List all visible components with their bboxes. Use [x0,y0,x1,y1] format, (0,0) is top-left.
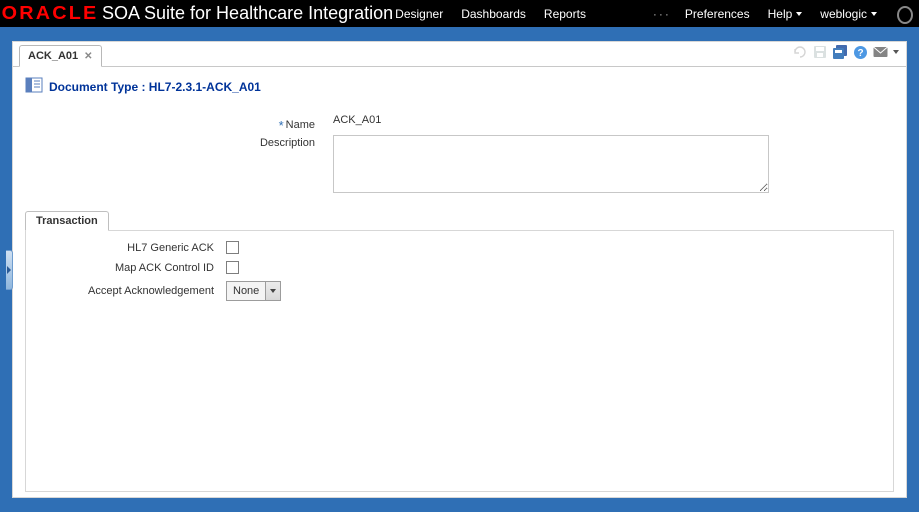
document-icon [25,77,43,96]
name-row: *Name ACK_A01 [25,114,894,131]
required-asterisk: * [279,118,284,133]
help-button[interactable]: ? [852,44,868,60]
editor-tabstrip: ACK_A01 ✕ ? [13,42,906,67]
map-ack-control-id-label: Map ACK Control ID [34,262,214,274]
app-header: ORACLE SOA Suite for Healthcare Integrat… [0,0,919,27]
floppy-stack-icon [833,45,847,59]
app-title: SOA Suite for Healthcare Integration [102,3,393,24]
help-label: Help [768,7,793,21]
chevron-down-icon [270,289,276,293]
chevron-down-icon [871,12,877,16]
save-button [812,44,828,60]
workspace-outer: ACK_A01 ✕ ? [0,27,919,512]
svg-text:?: ? [857,48,863,59]
editor-panel: ACK_A01 ✕ ? [12,41,907,498]
revert-icon [793,45,807,59]
hl7-generic-ack-label: HL7 Generic ACK [34,242,214,254]
document-title-prefix: Document Type : [49,80,145,94]
description-textarea[interactable] [333,135,769,193]
tab-transaction[interactable]: Transaction [25,211,109,231]
accept-acknowledgement-select[interactable]: None [226,281,281,301]
transaction-section: Transaction HL7 Generic ACK Map ACK Cont… [25,210,894,492]
close-icon[interactable]: ✕ [84,51,92,62]
nav-reports[interactable]: Reports [544,7,586,21]
user-menu[interactable]: weblogic [820,7,877,21]
document-title-value: HL7-2.3.1-ACK_A01 [149,80,261,94]
hl7-generic-ack-checkbox[interactable] [226,241,239,254]
revert-button [792,44,808,60]
chevron-down-icon [893,50,899,54]
accept-acknowledgement-row: Accept Acknowledgement None [34,281,885,301]
document-title: Document Type : HL7-2.3.1-ACK_A01 [49,80,261,94]
user-label: weblogic [820,7,867,21]
mail-icon [873,45,888,59]
save-all-button[interactable] [832,44,848,60]
description-row: Description [25,135,894,196]
floppy-icon [813,45,827,59]
editor-content: Document Type : HL7-2.3.1-ACK_A01 *Name … [13,67,906,502]
mail-dropdown[interactable] [892,44,900,60]
primary-nav: Designer Dashboards Reports [395,7,604,21]
mail-button[interactable] [872,44,888,60]
transaction-panel: HL7 Generic ACK Map ACK Control ID Accep… [25,230,894,492]
status-indicator [897,6,913,24]
description-label: Description [25,135,315,149]
map-ack-control-id-row: Map ACK Control ID [34,261,885,274]
document-title-row: Document Type : HL7-2.3.1-ACK_A01 [25,77,894,96]
help-icon: ? [853,45,868,60]
editor-tab-ack-a01[interactable]: ACK_A01 ✕ [19,45,102,67]
accept-acknowledgement-label: Accept Acknowledgement [34,285,214,297]
hl7-generic-ack-row: HL7 Generic ACK [34,241,885,254]
expand-sidebar-handle[interactable] [6,250,13,290]
accept-acknowledgement-value: None [227,285,265,297]
nav-dashboards[interactable]: Dashboards [461,7,526,21]
chevron-down-icon [796,12,802,16]
editor-tab-label: ACK_A01 [28,50,78,62]
name-label: *Name [25,114,315,131]
editor-toolbar: ? [792,44,900,60]
divider-dots: ··· [653,7,671,21]
map-ack-control-id-checkbox[interactable] [226,261,239,274]
select-arrow [265,282,280,300]
triangle-right-icon [7,266,11,274]
name-label-text: Name [286,119,315,131]
header-right: ··· Preferences Help weblogic [653,0,895,27]
preferences-link[interactable]: Preferences [685,7,750,21]
oracle-logo: ORACLE [2,3,99,24]
name-value: ACK_A01 [333,114,381,126]
nav-designer[interactable]: Designer [395,7,443,21]
help-menu[interactable]: Help [768,7,803,21]
